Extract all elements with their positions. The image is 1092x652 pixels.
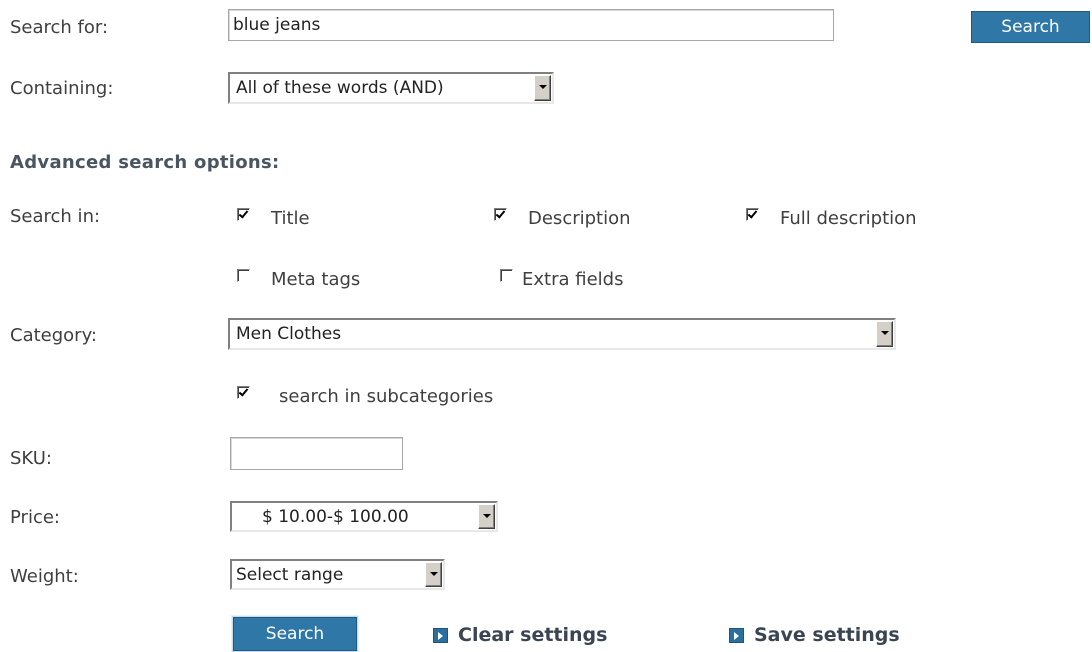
checkbox-subcategories-label: search in subcategories <box>279 386 494 407</box>
chevron-down-icon <box>425 562 442 587</box>
advanced-heading: Advanced search options: <box>10 152 280 173</box>
arrow-right-icon <box>433 627 448 643</box>
checkbox-extra-fields[interactable] <box>500 269 513 282</box>
containing-label: Containing: <box>10 78 114 99</box>
checkbox-description-label: Description <box>528 208 631 229</box>
checkbox-title-label: Title <box>271 208 310 229</box>
search-input[interactable] <box>228 9 834 41</box>
category-label: Category: <box>10 325 97 346</box>
checkbox-description[interactable] <box>494 208 507 221</box>
search-in-label: Search in: <box>10 206 101 227</box>
save-settings-label: Save settings <box>754 624 900 646</box>
price-label: Price: <box>10 507 60 528</box>
save-settings-link[interactable]: Save settings <box>729 624 900 646</box>
weight-label: Weight: <box>10 566 79 587</box>
checkbox-meta-tags-label: Meta tags <box>271 269 361 290</box>
arrow-right-icon <box>729 627 744 643</box>
containing-select-value: All of these words (AND) <box>236 78 444 98</box>
search-for-label: Search for: <box>10 17 109 38</box>
top-search-button[interactable]: Search <box>971 11 1090 43</box>
chevron-down-icon <box>478 504 495 529</box>
price-select-value: $ 10.00-$ 100.00 <box>262 506 409 527</box>
checkbox-full-description-label: Full description <box>780 208 917 229</box>
sku-label: SKU: <box>10 448 52 469</box>
category-select[interactable]: Men Clothes <box>228 318 896 350</box>
bottom-search-button[interactable]: Search <box>232 616 358 652</box>
checkbox-meta-tags[interactable] <box>237 269 250 282</box>
weight-select-value: Select range <box>236 564 344 585</box>
checkbox-full-description[interactable] <box>746 208 759 221</box>
category-select-value: Men Clothes <box>236 324 342 344</box>
checkbox-extra-fields-label: Extra fields <box>522 269 624 290</box>
clear-settings-link[interactable]: Clear settings <box>433 624 607 646</box>
checkbox-subcategories[interactable] <box>237 386 250 399</box>
chevron-down-icon <box>534 75 551 101</box>
sku-input[interactable] <box>230 437 403 470</box>
weight-select[interactable]: Select range <box>230 559 445 590</box>
containing-select[interactable]: All of these words (AND) <box>228 72 554 104</box>
clear-settings-label: Clear settings <box>458 624 608 646</box>
price-select[interactable]: $ 10.00-$ 100.00 <box>230 501 498 532</box>
chevron-down-icon <box>876 321 893 347</box>
checkbox-title[interactable] <box>237 208 250 221</box>
